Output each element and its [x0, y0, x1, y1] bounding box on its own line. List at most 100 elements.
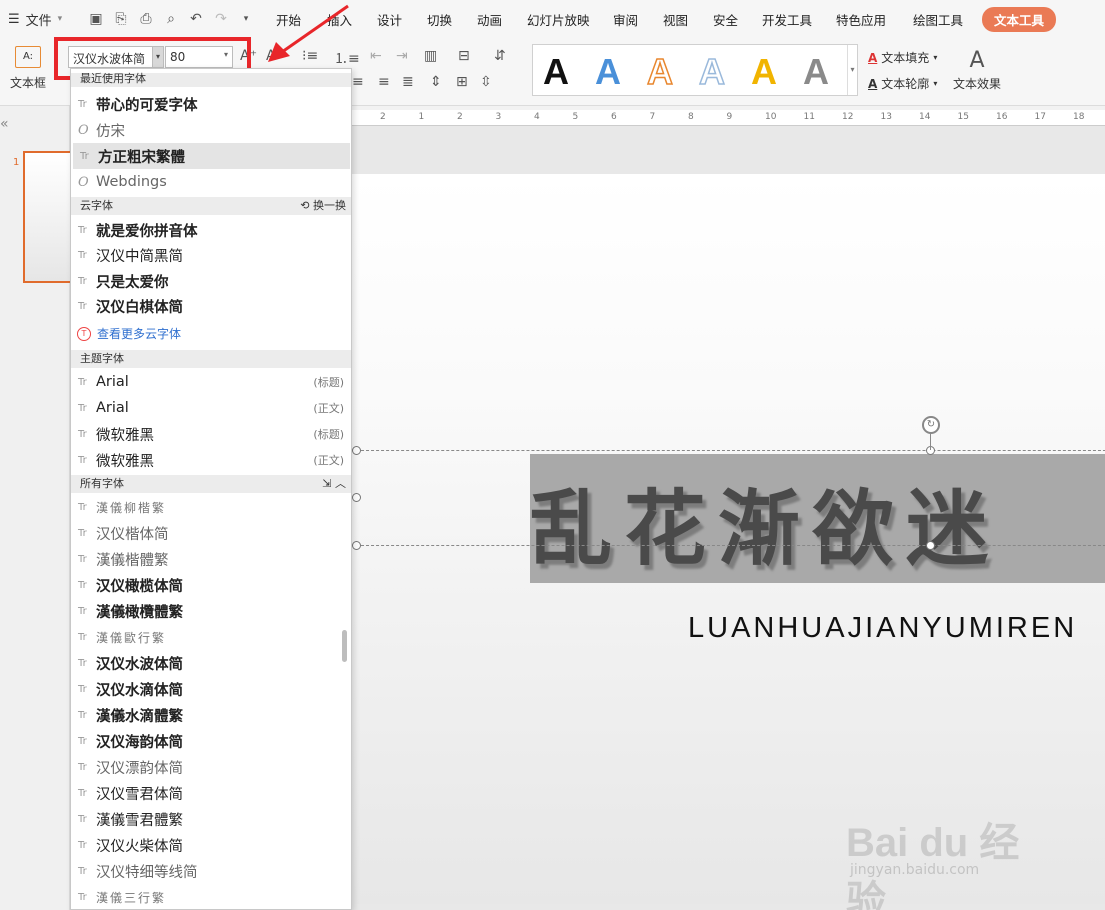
- style-blue-a[interactable]: A: [595, 51, 621, 93]
- align-left-icon[interactable]: ≡: [352, 74, 364, 90]
- font-list-item[interactable]: Tr 漢儀水滴體繁: [71, 702, 351, 728]
- file-menu[interactable]: ☰ 文件 ▾: [0, 10, 78, 29]
- line-spacing-icon[interactable]: ⇕: [430, 74, 442, 90]
- justify-icon[interactable]: ≣: [402, 74, 414, 90]
- increase-indent-icon[interactable]: ⇥: [396, 48, 408, 64]
- font-list-item[interactable]: Tr 汉仪橄榄体简: [71, 572, 351, 598]
- text-effect-button[interactable]: A 文本效果: [953, 48, 1001, 92]
- font-list-item[interactable]: Tr 漢儀三行繁: [71, 884, 351, 909]
- font-list-item[interactable]: Tr 漢儀雪君體繁: [71, 806, 351, 832]
- font-name: 漢儀橄欖體繁: [96, 604, 183, 621]
- resize-handle[interactable]: [352, 541, 361, 550]
- font-list-item[interactable]: Tr Arial (正文): [71, 395, 351, 421]
- customize-icon[interactable]: ▾: [238, 11, 254, 27]
- text-style-gallery[interactable]: A A A A A A ▾: [532, 44, 858, 96]
- font-list-item[interactable]: Tr 漢儀橄欖體繁: [71, 598, 351, 624]
- resize-handle[interactable]: [352, 493, 361, 502]
- distribute-icon[interactable]: ⊞: [456, 74, 468, 90]
- font-list-item[interactable]: Tr Arial (标题): [71, 369, 351, 395]
- tab-9[interactable]: 开发工具: [762, 10, 812, 29]
- horizontal-ruler[interactable]: 212345678910111213141516171819: [352, 110, 1105, 126]
- font-list-item[interactable]: Tr 只是太爱你: [71, 268, 351, 294]
- tab-8[interactable]: 安全: [713, 10, 738, 29]
- textbox-selection[interactable]: [356, 450, 1105, 546]
- font-name: 漢儀三行繁: [96, 890, 167, 905]
- columns-icon[interactable]: ▥: [424, 48, 437, 64]
- ruler-tick: 11: [803, 112, 815, 122]
- slide-subtitle[interactable]: LUANHUAJIANYUMIREN: [688, 612, 1077, 645]
- baidu-watermark: Bai du 经验 jingyan.baidu.com: [846, 790, 1056, 910]
- save-icon[interactable]: ▣: [88, 11, 104, 27]
- font-list-item[interactable]: Tr 汉仪楷体简: [71, 520, 351, 546]
- font-list-item[interactable]: O Webdings: [71, 169, 351, 195]
- font-list-item[interactable]: Tr 汉仪水滴体简: [71, 676, 351, 702]
- font-list-item[interactable]: O 仿宋: [71, 117, 351, 143]
- refresh-cloud-button[interactable]: ⟲ 换一换: [300, 197, 346, 215]
- font-list-item[interactable]: Tr 汉仪雪君体简: [71, 780, 351, 806]
- style-blue-outline-a[interactable]: A: [698, 50, 726, 93]
- collapse-section-icon[interactable]: ⇲ ︿: [322, 475, 346, 493]
- truetype-font-icon: Tr: [78, 579, 87, 591]
- tab-12[interactable]: 文本工具: [982, 7, 1057, 32]
- font-list-item[interactable]: Tr 漢儀歐行繁: [71, 624, 351, 650]
- font-list-item[interactable]: Tr 汉仪漂韵体简: [71, 754, 351, 780]
- font-list-item[interactable]: Tr 微软雅黑 (标题): [71, 421, 351, 447]
- style-orange-outline-a[interactable]: A: [646, 50, 674, 93]
- tab-3[interactable]: 切换: [427, 10, 452, 29]
- font-name: 汉仪水滴体简: [96, 682, 183, 699]
- text-fill-button[interactable]: A 文本填充 ▾: [868, 49, 937, 66]
- style-gray-a[interactable]: A: [803, 51, 829, 93]
- tab-5[interactable]: 幻灯片放映: [527, 10, 590, 29]
- theme-fonts-header: 主题字体: [71, 350, 351, 368]
- font-list-item[interactable]: Tr 带心的可爱字体: [71, 91, 351, 117]
- font-dropdown-list[interactable]: 最近使用字体 云字体 ⟲ 换一换 T 查看更多云字体 主题字体 所有字体 ⇲ ︿…: [70, 68, 352, 910]
- undo-icon[interactable]: ↶: [188, 11, 204, 27]
- textbox-icon: A:: [15, 46, 41, 68]
- ruler-tick: 12: [842, 112, 854, 122]
- style-black-a[interactable]: A: [543, 51, 569, 93]
- cloud-fonts-label: 云字体: [80, 199, 113, 212]
- more-cloud-fonts-link[interactable]: T 查看更多云字体: [77, 325, 181, 342]
- font-list-item[interactable]: Tr 漢儀楷體繁: [71, 546, 351, 572]
- font-list-item[interactable]: Tr 方正粗宋繁體: [73, 143, 350, 169]
- truetype-font-icon: Tr: [78, 98, 87, 110]
- text-outline-button[interactable]: A 文本轮廓 ▾: [868, 75, 937, 92]
- ruler-tick: 13: [880, 112, 892, 122]
- decrease-indent-icon[interactable]: ⇤: [370, 48, 382, 64]
- tab-7[interactable]: 视图: [663, 10, 688, 29]
- gallery-scroll[interactable]: ▾: [847, 45, 857, 95]
- font-list-item[interactable]: Tr 漢儀柳楷繁: [71, 494, 351, 520]
- font-list-item[interactable]: Tr 汉仪水波体简: [71, 650, 351, 676]
- align-text-icon[interactable]: ⇵: [494, 48, 506, 64]
- refresh-label: 换一换: [313, 199, 346, 212]
- quick-access-toolbar: ▣ ⎘ ⎙ ⌕ ↶ ↷ ▾: [78, 11, 254, 27]
- textbox-button[interactable]: A: 文本框: [6, 46, 50, 91]
- save-as-icon[interactable]: ⎘: [113, 11, 129, 27]
- print-preview-icon[interactable]: ⌕: [163, 11, 179, 27]
- font-list-item[interactable]: Tr 汉仪中简黑简: [71, 243, 351, 269]
- print-icon[interactable]: ⎙: [138, 11, 154, 27]
- font-list-item[interactable]: Tr 汉仪特细等线简: [71, 858, 351, 884]
- ruler-tick: 15: [957, 112, 969, 122]
- font-list-item[interactable]: Tr 微软雅黑 (正文): [71, 447, 351, 473]
- font-list-item[interactable]: Tr 汉仪火柴体简: [71, 832, 351, 858]
- tab-6[interactable]: 审阅: [613, 10, 638, 29]
- tab-2[interactable]: 设计: [377, 10, 402, 29]
- collapse-panel-icon[interactable]: «: [0, 116, 9, 132]
- tab-4[interactable]: 动画: [477, 10, 502, 29]
- style-gold-a[interactable]: A: [751, 51, 777, 93]
- rotate-icon[interactable]: ↻: [922, 416, 940, 434]
- align-center-icon[interactable]: ≡: [378, 74, 390, 90]
- tab-10[interactable]: 特色应用: [836, 10, 886, 29]
- font-list-item[interactable]: Tr 汉仪海韵体简: [71, 728, 351, 754]
- font-list-item[interactable]: Tr 就是爱你拼音体: [71, 217, 351, 243]
- para-spacing-icon[interactable]: ⇳: [480, 74, 492, 90]
- font-list-item[interactable]: Tr 汉仪白棋体简: [71, 294, 351, 320]
- dropdown-scrollbar[interactable]: [342, 630, 347, 662]
- redo-icon[interactable]: ↷: [213, 11, 229, 27]
- truetype-font-icon: Tr: [78, 553, 87, 565]
- tab-11[interactable]: 绘图工具: [913, 10, 963, 29]
- text-direction-icon[interactable]: ⊟: [458, 48, 470, 64]
- resize-handle[interactable]: [352, 446, 361, 455]
- resize-handle[interactable]: [926, 541, 935, 550]
